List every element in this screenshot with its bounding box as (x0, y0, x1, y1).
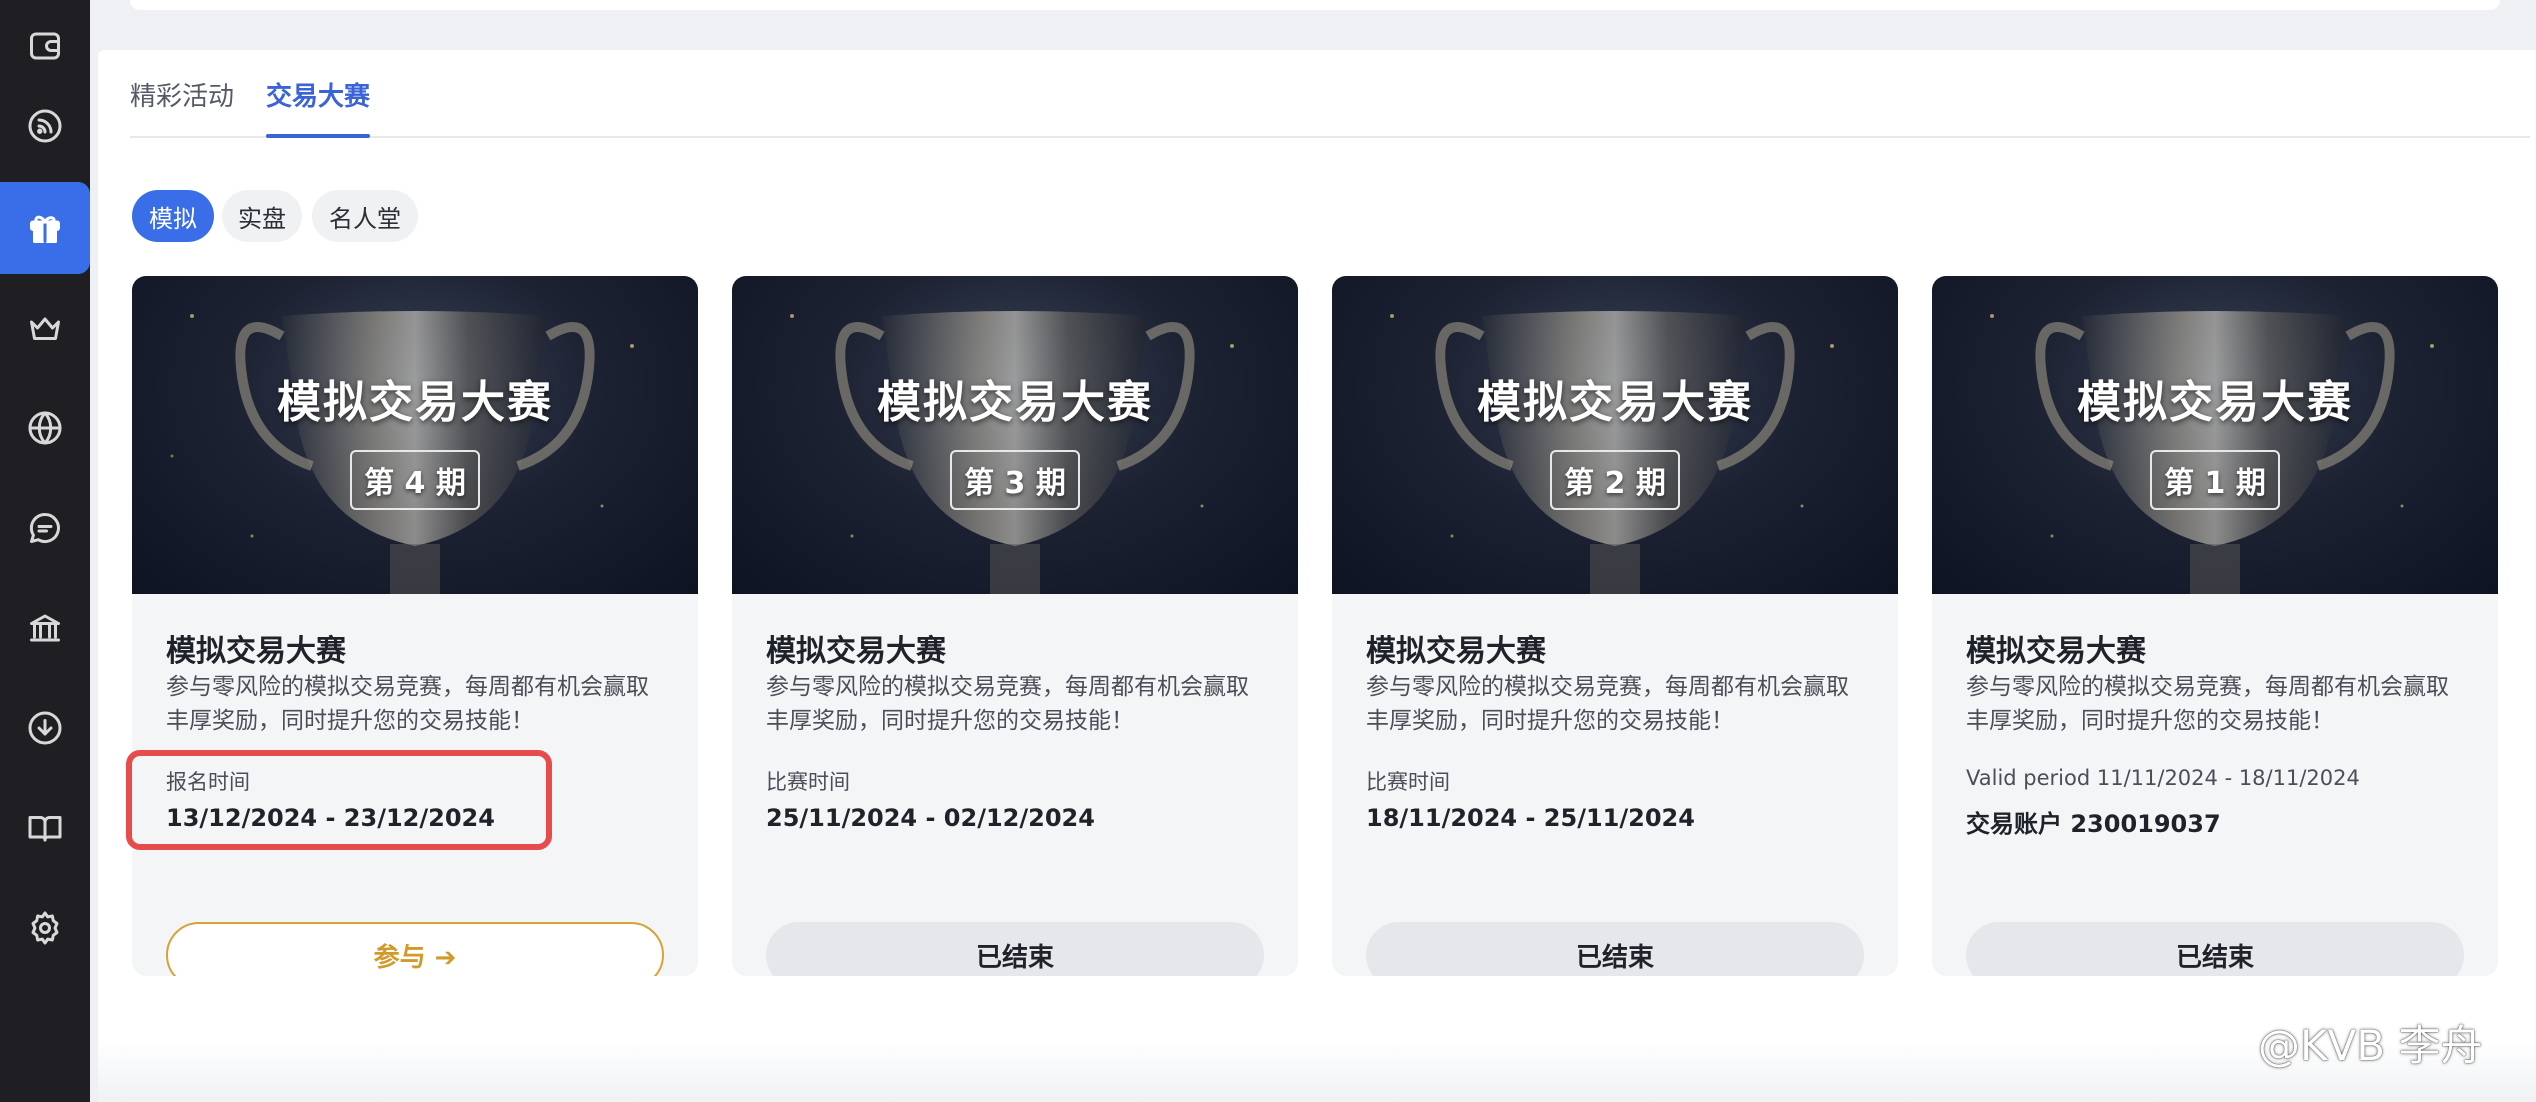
card-description: 参与零风险的模拟交易竞赛，每周都有机会赢取丰厚奖励，同时提升您的交易技能！ (1366, 674, 1849, 734)
filter-demo[interactable]: 模拟 (132, 190, 214, 242)
sidebar-item-vip[interactable] (0, 282, 90, 374)
banner-issue-badge: 第 3 期 (950, 450, 1080, 510)
join-button[interactable]: 参与 ➔ (166, 922, 664, 976)
sidebar-item-settings[interactable] (0, 882, 90, 974)
banner-title: 模拟交易大赛 (877, 377, 1153, 428)
download-icon (28, 711, 62, 745)
sidebar-item-wallet[interactable] (0, 0, 90, 92)
card-banner: 模拟交易大赛 第 2 期 (1332, 276, 1898, 594)
card-description: 参与零风险的模拟交易竞赛，每周都有机会赢取丰厚奖励，同时提升您的交易技能！ (766, 674, 1249, 734)
trophy-icon (170, 311, 634, 594)
trophy-icon (1990, 311, 2434, 594)
sidebar-item-funds[interactable] (0, 582, 90, 674)
banner-title: 模拟交易大赛 (2077, 377, 2353, 428)
trading-account: 交易账户 230019037 (1966, 810, 2221, 838)
card-title: 模拟交易大赛 (1966, 634, 2146, 669)
period-label: Valid period 11/11/2024 - 18/11/2024 (1966, 766, 2360, 790)
competition-card: 模拟交易大赛 第 2 期 模拟交易大赛 参与零风险的模拟交易竞赛，每周都有机会赢… (1332, 276, 1898, 976)
sidebar-item-feed[interactable] (0, 80, 90, 172)
card-description: 参与零风险的模拟交易竞赛，每周都有机会赢取丰厚奖励，同时提升您的交易技能！ (166, 674, 649, 734)
ended-button[interactable]: 已结束 (1966, 922, 2464, 976)
globe-icon (28, 411, 62, 445)
ended-button[interactable]: 已结束 (766, 922, 1264, 976)
card-banner: 模拟交易大赛 第 4 期 (132, 276, 698, 594)
watermark: @KVB 李舟 (2258, 1021, 2483, 1070)
banner-issue-badge: 第 1 期 (2150, 450, 2280, 510)
competition-card: 模拟交易大赛 第 4 期 模拟交易大赛 参与零风险的模拟交易竞赛，每周都有机会赢… (132, 276, 698, 976)
gear-icon (31, 911, 59, 945)
tab-bar: 精彩活动 交易大赛 (130, 50, 2530, 138)
period-label: 比赛时间 (766, 770, 850, 794)
rss-icon (28, 109, 62, 143)
banner-title: 模拟交易大赛 (1477, 377, 1753, 428)
wallet-icon (30, 32, 60, 60)
period-label: 比赛时间 (1366, 770, 1450, 794)
book-icon (28, 816, 62, 842)
card-description: 参与零风险的模拟交易竞赛，每周都有机会赢取丰厚奖励，同时提升您的交易技能！ (1966, 674, 2449, 734)
filter-live[interactable]: 实盘 (222, 190, 302, 242)
period-value: 25/11/2024 - 02/12/2024 (766, 804, 1095, 832)
tab-activities[interactable]: 精彩活动 (130, 76, 234, 136)
bank-icon (30, 614, 60, 642)
filter-hall-of-fame[interactable]: 名人堂 (312, 190, 418, 242)
competition-card-list: 模拟交易大赛 第 4 期 模拟交易大赛 参与零风险的模拟交易竞赛，每周都有机会赢… (132, 276, 2532, 976)
card-title: 模拟交易大赛 (166, 634, 346, 669)
trophy-icon (1390, 311, 1834, 594)
banner-issue-badge: 第 2 期 (1550, 450, 1680, 510)
card-title: 模拟交易大赛 (766, 634, 946, 669)
top-panel-edge (130, 0, 2500, 10)
trophy-icon (790, 311, 1234, 594)
sidebar-item-download[interactable] (0, 682, 90, 774)
sidebar-item-messages[interactable] (0, 482, 90, 574)
ended-button[interactable]: 已结束 (1366, 922, 1864, 976)
chat-icon (29, 512, 60, 543)
sidebar-item-guide[interactable] (0, 782, 90, 874)
registration-highlight-box (126, 750, 552, 850)
card-banner: 模拟交易大赛 第 1 期 (1932, 276, 2498, 594)
period-value: 18/11/2024 - 25/11/2024 (1366, 804, 1695, 832)
bottom-fade (98, 1040, 2536, 1102)
competition-card: 模拟交易大赛 第 1 期 模拟交易大赛 参与零风险的模拟交易竞赛，每周都有机会赢… (1932, 276, 2498, 976)
banner-title: 模拟交易大赛 (277, 377, 553, 428)
card-banner: 模拟交易大赛 第 3 期 (732, 276, 1298, 594)
gift-icon (30, 215, 60, 243)
competition-card: 模拟交易大赛 第 3 期 模拟交易大赛 参与零风险的模拟交易竞赛，每周都有机会赢… (732, 276, 1298, 976)
sidebar-item-activities[interactable] (0, 182, 90, 274)
card-title: 模拟交易大赛 (1366, 634, 1546, 669)
crown-icon (30, 317, 60, 340)
sidebar-nav (0, 0, 90, 1102)
banner-issue-badge: 第 4 期 (350, 450, 480, 510)
tab-trading-competition[interactable]: 交易大赛 (266, 76, 371, 138)
sidebar-item-markets[interactable] (0, 382, 90, 474)
main-content: 精彩活动 交易大赛 模拟 实盘 名人堂 模拟交易大赛 第 4 期 模拟交易大赛 … (98, 50, 2536, 1102)
